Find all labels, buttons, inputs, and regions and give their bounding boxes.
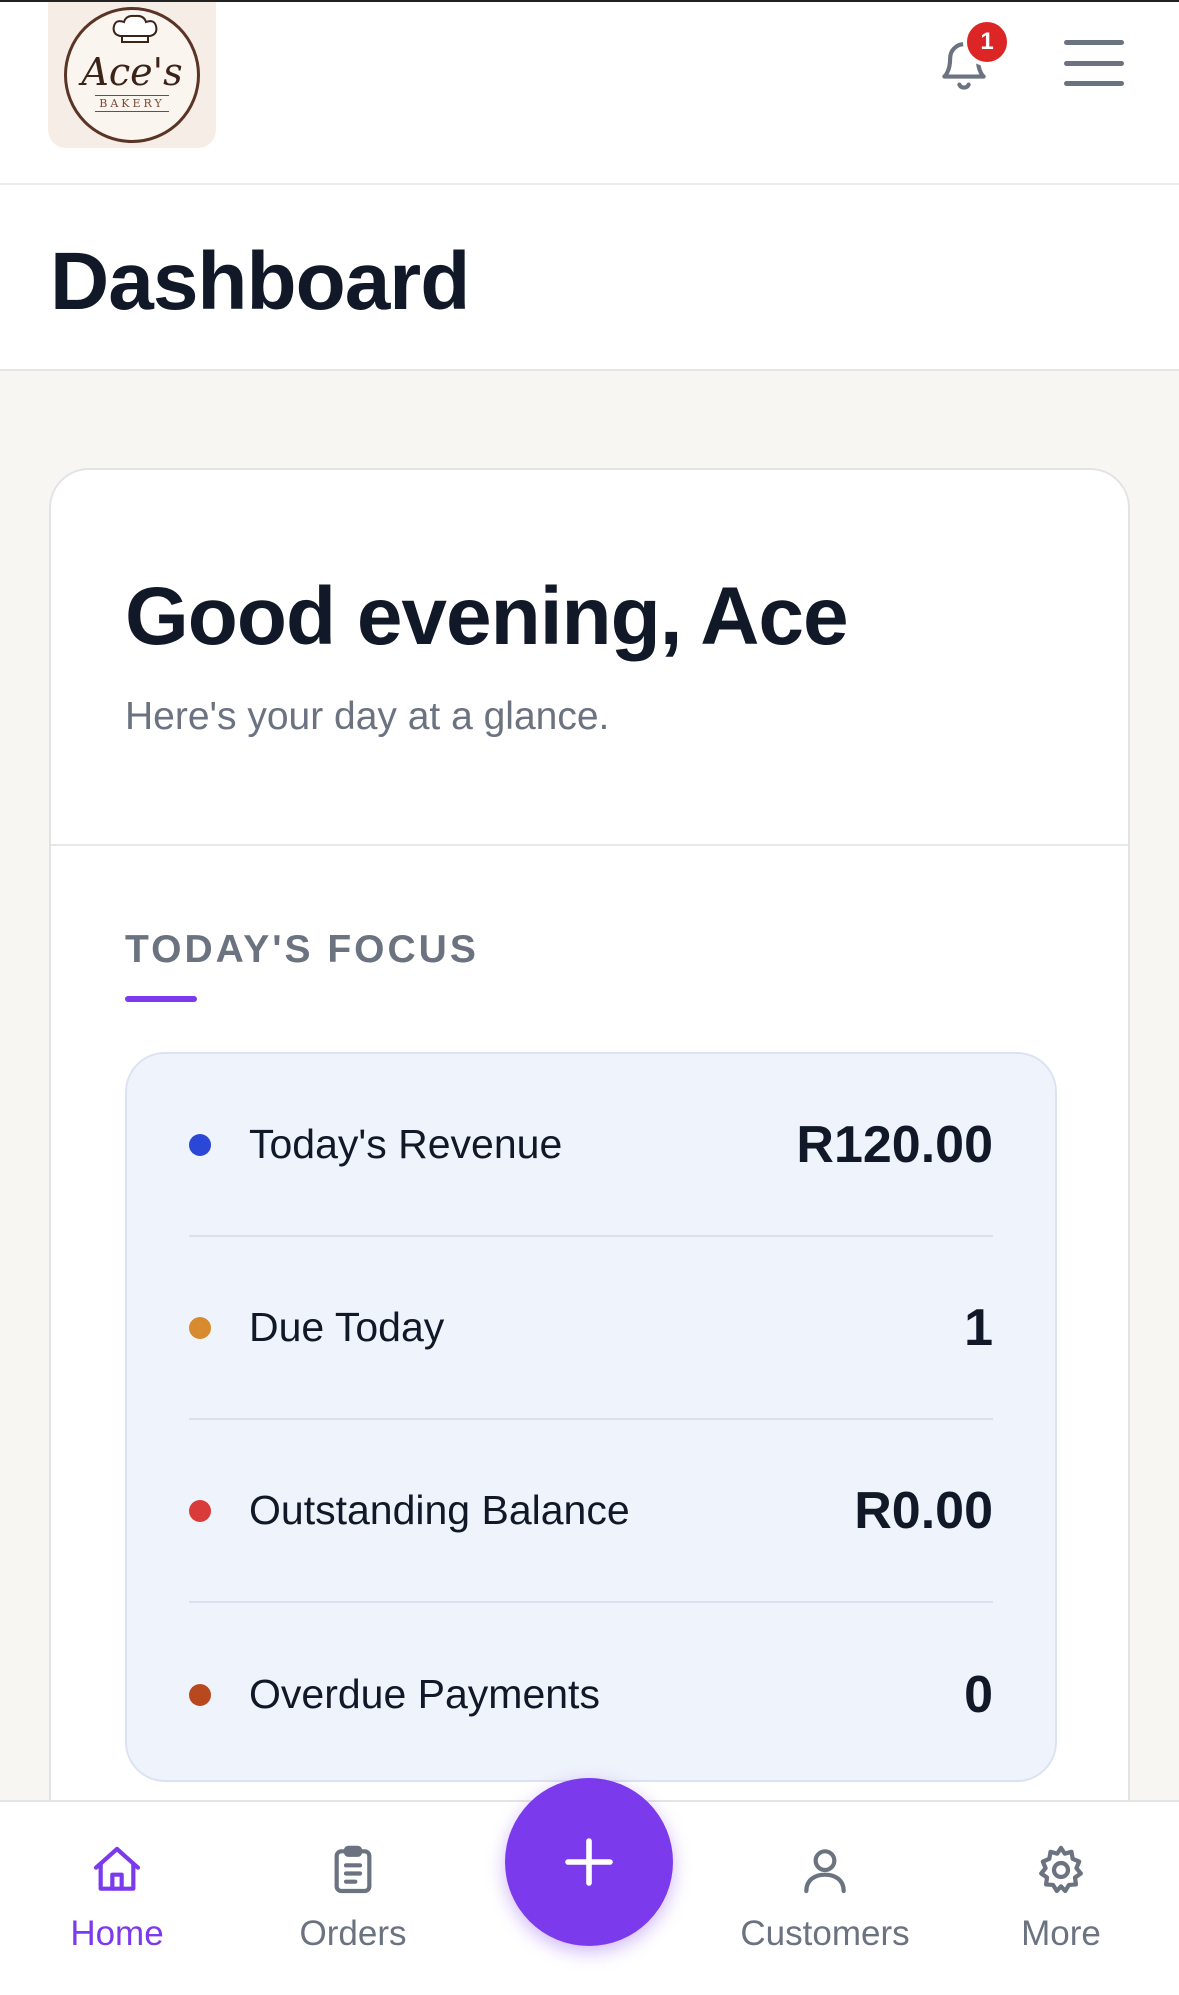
focus-row-outstanding-balance[interactable]: Outstanding Balance R0.00 — [189, 1420, 993, 1603]
status-dot — [189, 1499, 211, 1522]
nav-item-more[interactable]: More — [961, 1842, 1161, 1972]
dashboard-card: Good evening, Ace Here's your day at a g… — [49, 468, 1130, 1995]
focus-label: Overdue Payments — [249, 1671, 600, 1717]
nav-label: More — [1021, 1914, 1101, 1953]
focus-row-due-today[interactable]: Due Today 1 — [189, 1237, 993, 1420]
home-icon — [93, 1846, 141, 1891]
logo-subtitle: BAKERY — [95, 94, 169, 112]
focus-value: 1 — [964, 1298, 993, 1357]
title-bar: Dashboard — [0, 185, 1179, 371]
status-dot — [189, 1316, 211, 1339]
focus-label: Outstanding Balance — [249, 1487, 630, 1533]
bakery-logo[interactable]: Ace's BAKERY — [48, 2, 216, 148]
nav-label: Customers — [740, 1914, 910, 1953]
top-bar: Ace's BAKERY 1 — [0, 0, 1179, 185]
plus-icon — [565, 1838, 613, 1886]
nav-item-orders[interactable]: Orders — [253, 1842, 453, 1972]
add-button[interactable] — [505, 1778, 673, 1946]
logo-name: Ace's — [81, 49, 183, 94]
section-label: TODAY'S FOCUS — [125, 928, 479, 971]
chef-hat-icon — [112, 14, 158, 43]
focus-value: R0.00 — [854, 1481, 993, 1540]
focus-row-revenue[interactable]: Today's Revenue R120.00 — [189, 1054, 993, 1237]
app-screen: Ace's BAKERY 1 Dashboard Good evening, A… — [0, 0, 1179, 1995]
menu-line-icon — [1064, 40, 1124, 45]
nav-item-customers[interactable]: Customers — [725, 1842, 925, 1972]
clipboard-icon — [334, 1845, 372, 1894]
card-divider — [51, 844, 1128, 846]
nav-item-home[interactable]: Home — [17, 1842, 217, 1972]
gear-icon — [1039, 1845, 1083, 1894]
menu-line-icon — [1064, 81, 1124, 86]
status-dot — [189, 1683, 211, 1706]
focus-label: Today's Revenue — [249, 1121, 563, 1167]
focus-panel: Today's Revenue R120.00 Due Today 1 Outs… — [125, 1052, 1057, 1782]
focus-row-overdue-payments[interactable]: Overdue Payments 0 — [189, 1603, 993, 1786]
greeting-title: Good evening, Ace — [125, 571, 849, 662]
nav-label: Orders — [299, 1914, 407, 1953]
section-underline — [125, 996, 197, 1002]
menu-line-icon — [1064, 60, 1124, 66]
status-dot — [189, 1133, 211, 1156]
user-icon — [804, 1849, 846, 1894]
logo-seal: Ace's BAKERY — [64, 7, 200, 143]
nav-label: Home — [70, 1914, 164, 1953]
focus-value: R120.00 — [796, 1115, 993, 1174]
focus-label: Due Today — [249, 1304, 445, 1350]
greeting-subtitle: Here's your day at a glance. — [125, 695, 610, 738]
hamburger-menu-button[interactable] — [1064, 40, 1124, 86]
notification-badge: 1 — [963, 18, 1011, 66]
focus-value: 0 — [964, 1665, 993, 1724]
page-title: Dashboard — [50, 236, 470, 327]
